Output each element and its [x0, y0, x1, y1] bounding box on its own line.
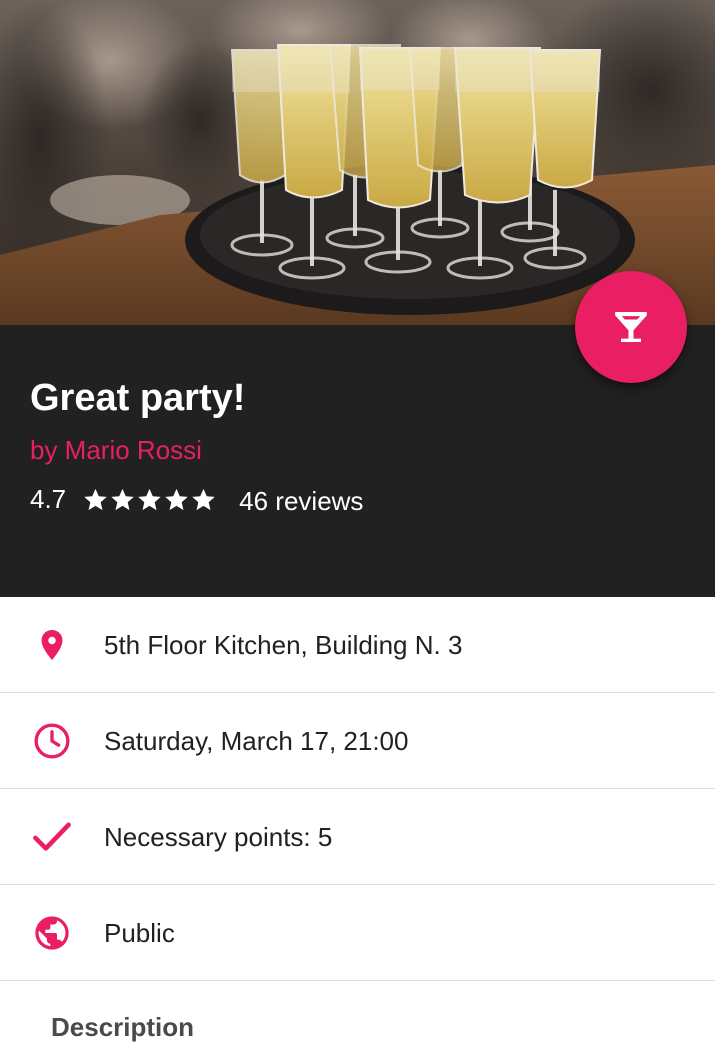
- star-icon: [138, 488, 161, 510]
- star-icon: [165, 488, 188, 510]
- event-author-link[interactable]: by Mario Rossi: [30, 433, 202, 467]
- location-row[interactable]: 5th Floor Kitchen, Building N. 3: [0, 597, 715, 693]
- location-pin-icon: [30, 623, 74, 667]
- description-heading: Description: [51, 1012, 195, 1042]
- star-icon: [192, 488, 215, 510]
- rating-row: 4.7 46 reviews: [30, 481, 363, 517]
- visibility-text: Public: [104, 917, 175, 948]
- star-icon: [111, 488, 134, 510]
- rating-stars: [82, 486, 217, 513]
- cocktail-fab-button[interactable]: [575, 271, 687, 383]
- rating-value: 4.7: [30, 484, 67, 514]
- clock-icon: [30, 719, 74, 763]
- globe-icon: [30, 911, 74, 955]
- points-text: Necessary points: 5: [104, 821, 333, 852]
- datetime-text: Saturday, March 17, 21:00: [104, 725, 409, 756]
- check-icon: [30, 815, 74, 859]
- event-title: Great party!: [30, 377, 246, 419]
- event-detail-screen: Great party! by Mario Rossi 4.7 46 revie…: [0, 0, 715, 1049]
- cocktail-icon: [615, 312, 647, 342]
- location-text: 5th Floor Kitchen, Building N. 3: [104, 629, 463, 660]
- star-icon: [84, 488, 107, 510]
- event-details-list: 5th Floor Kitchen, Building N. 3 Saturda…: [0, 597, 715, 981]
- datetime-row[interactable]: Saturday, March 17, 21:00: [0, 693, 715, 789]
- visibility-row: Public: [0, 885, 715, 981]
- points-row: Necessary points: 5: [0, 789, 715, 885]
- reviews-link[interactable]: 46 reviews: [239, 484, 363, 518]
